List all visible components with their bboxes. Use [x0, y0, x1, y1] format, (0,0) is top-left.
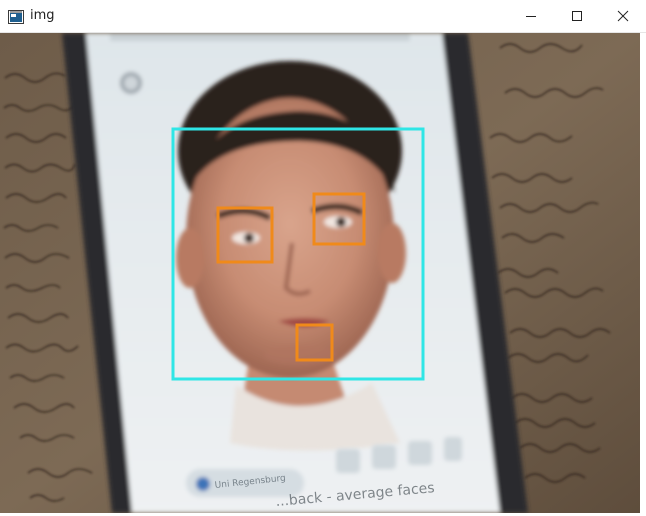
title-bar[interactable]: img [0, 0, 646, 33]
camera-frame: Uni Regensburg ...back - average faces [0, 33, 640, 513]
image-window-icon [8, 9, 24, 24]
image-viewer-window: img Uni Regensburg ...back - average fac… [0, 0, 646, 516]
maximize-icon [572, 11, 582, 21]
minimize-button[interactable] [508, 0, 554, 32]
minimize-icon [526, 16, 536, 17]
image-canvas: Uni Regensburg ...back - average faces [0, 33, 640, 513]
window-title: img [30, 8, 55, 23]
maximize-button[interactable] [554, 0, 600, 32]
window-border-right [640, 33, 646, 516]
close-icon [617, 10, 629, 22]
close-button[interactable] [600, 0, 646, 32]
